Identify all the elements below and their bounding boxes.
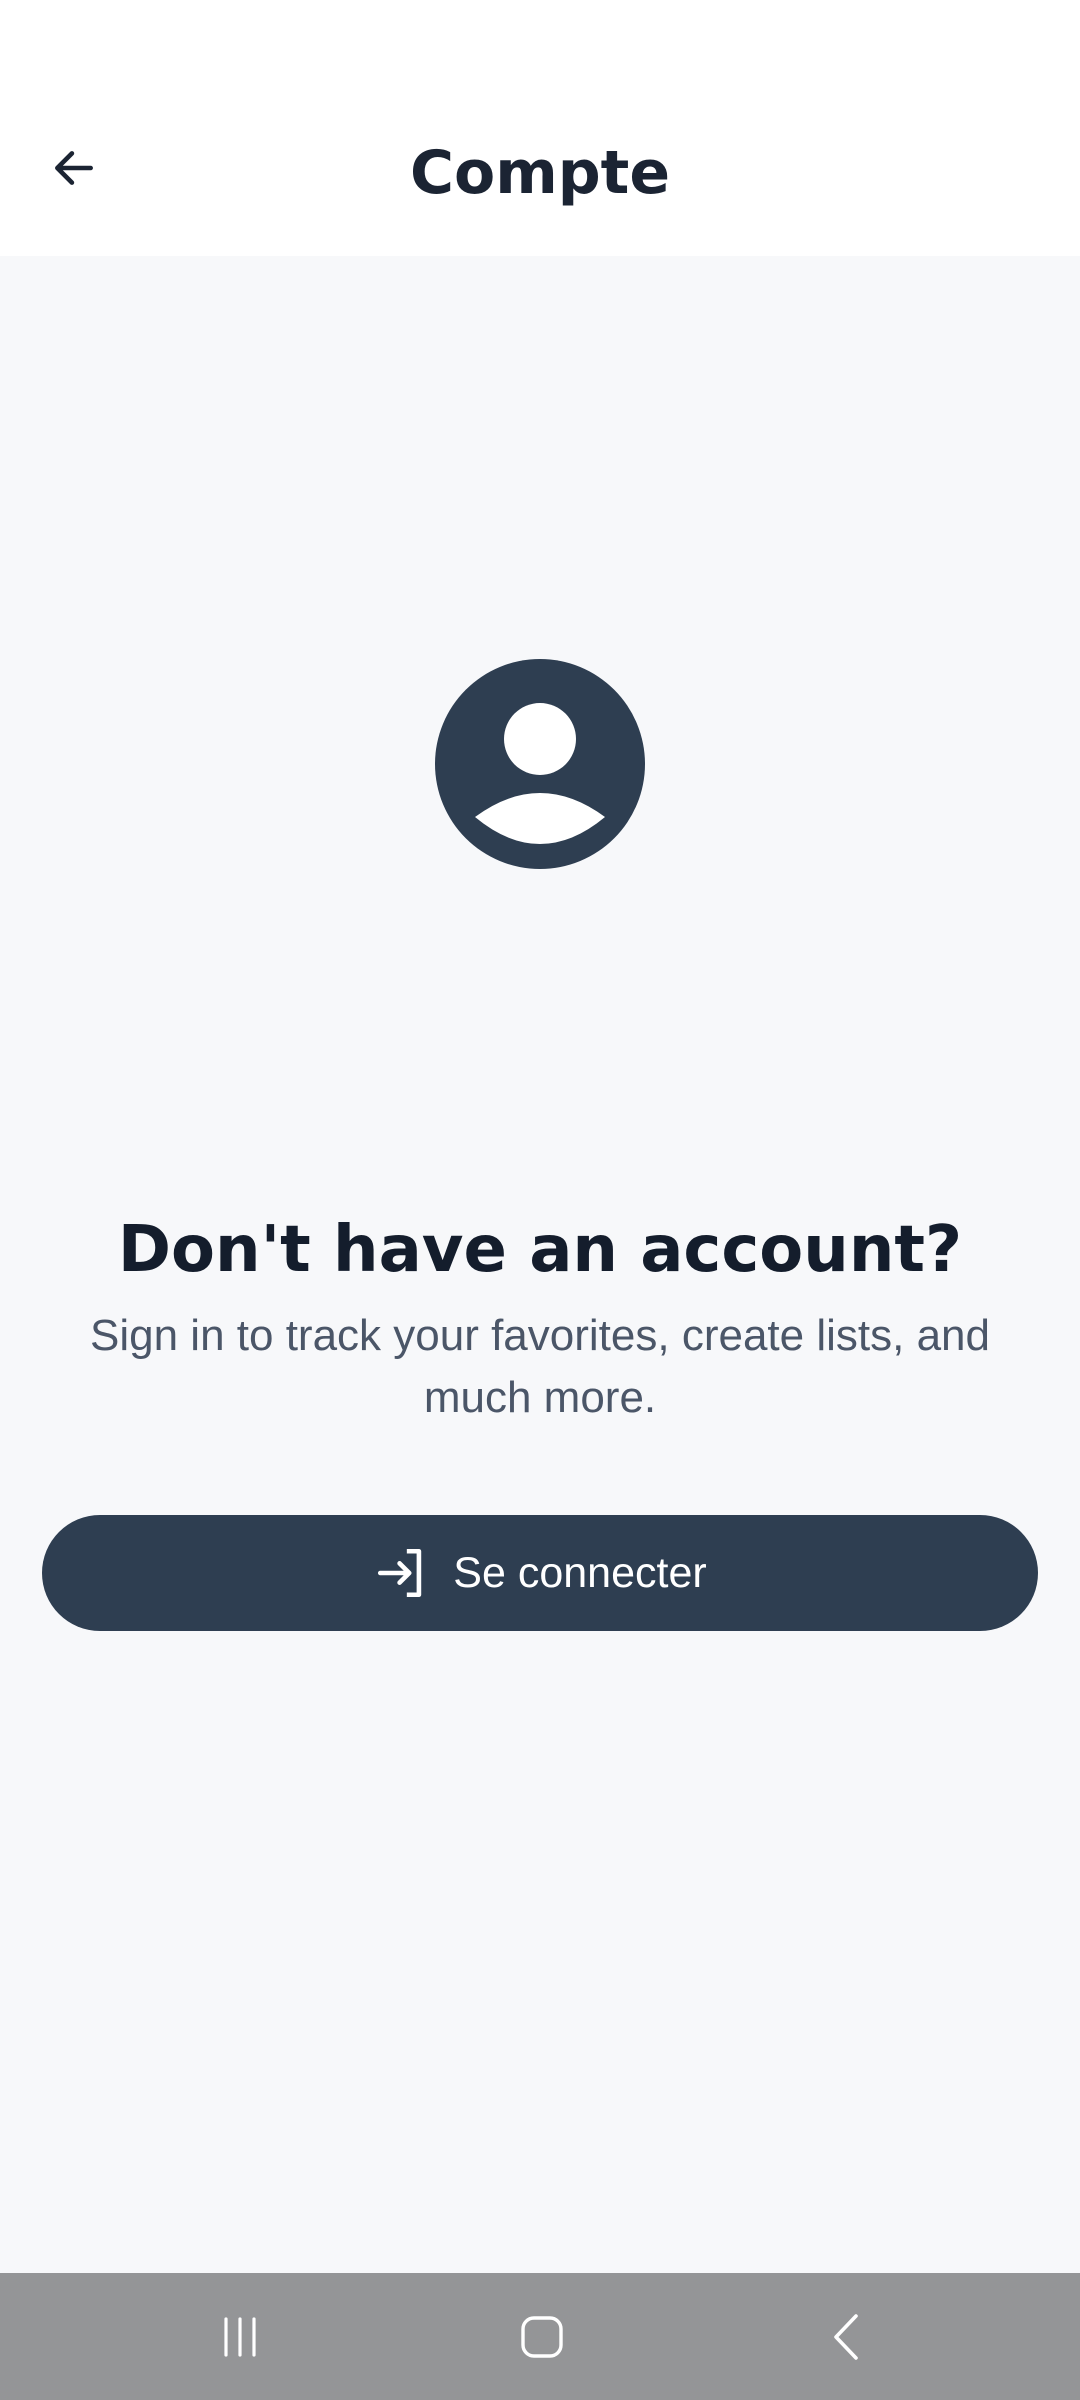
account-circle-icon [435,659,645,869]
login-icon [373,1544,431,1602]
home-button[interactable] [472,2273,612,2400]
system-nav-bar [0,2273,1080,2400]
status-bar [0,0,1080,90]
back-button[interactable] [34,128,114,208]
sign-in-button-label: Se connecter [453,1548,707,1597]
page-title: Compte [409,138,671,208]
empty-state-subtext: Sign in to track your favorites, create … [90,1311,990,1422]
home-icon [521,2315,563,2358]
recents-icon [224,2316,256,2357]
recents-button[interactable] [170,2273,310,2400]
app-header: Compte [0,90,1080,256]
system-back-button[interactable] [776,2273,916,2400]
empty-state-headline: Don't have an account? [117,1213,963,1287]
arrow-left-icon [55,151,93,185]
back-chevron-icon [834,2313,858,2360]
sign-in-button[interactable]: Se connecter [42,1515,1038,1631]
